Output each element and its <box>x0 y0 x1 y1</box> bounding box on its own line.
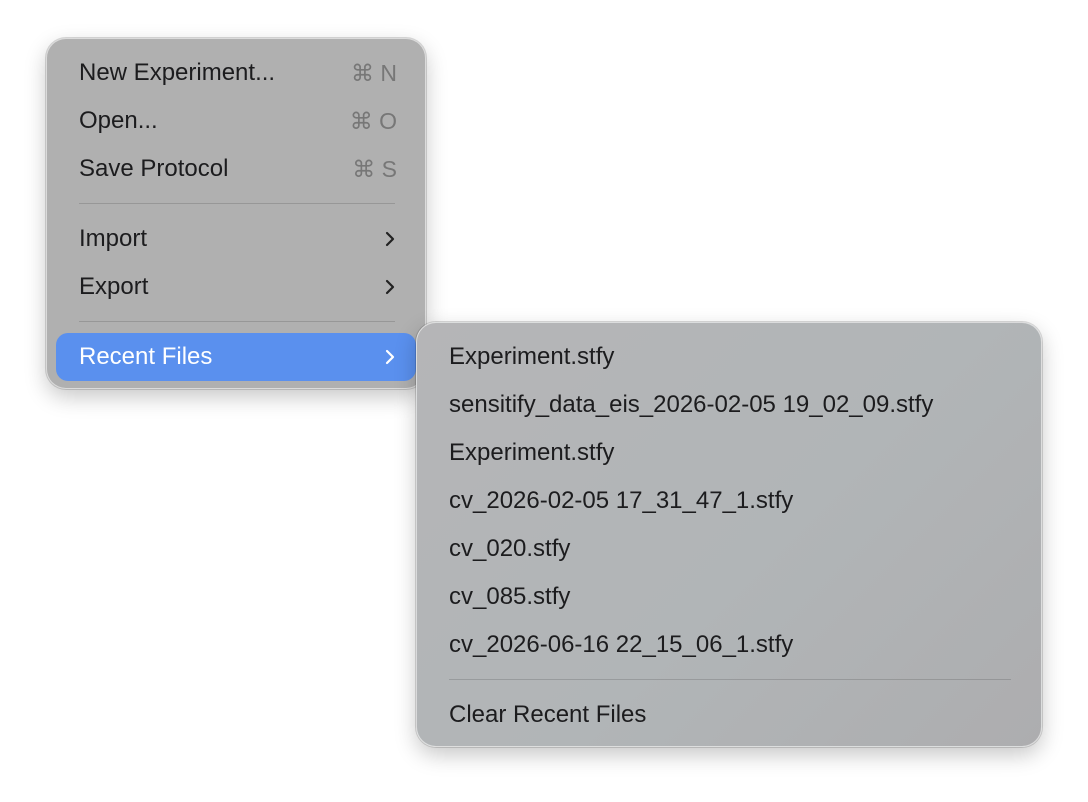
menu-separator <box>79 203 395 204</box>
menu-item-new-experiment[interactable]: New Experiment... ⌘ N <box>56 49 416 97</box>
file-menu: New Experiment... ⌘ N Open... ⌘ O Save P… <box>46 38 426 389</box>
menu-item-label: Recent Files <box>79 343 213 370</box>
chevron-right-icon <box>385 349 395 365</box>
recent-file-item[interactable]: cv_2026-06-16 22_15_06_1.stfy <box>449 621 1019 669</box>
recent-file-item[interactable]: cv_085.stfy <box>449 573 1019 621</box>
recent-file-item[interactable]: cv_2026-02-05 17_31_47_1.stfy <box>449 477 1019 525</box>
clear-recent-files-button[interactable]: Clear Recent Files <box>449 691 1019 739</box>
menu-item-import[interactable]: Import <box>56 215 416 263</box>
shortcut-command-n: ⌘ N <box>351 60 397 86</box>
menu-item-label: Save Protocol <box>79 155 229 182</box>
menu-item-label: Import <box>79 225 148 252</box>
menu-separator <box>79 321 395 322</box>
recent-file-item[interactable]: sensitify_data_eis_2026-02-05 19_02_09.s… <box>449 381 1019 429</box>
menu-item-export[interactable]: Export <box>56 263 416 311</box>
menu-item-label: Open... <box>79 107 158 134</box>
recent-files-submenu: Experiment.stfy sensitify_data_eis_2026-… <box>416 322 1042 747</box>
menu-item-open[interactable]: Open... ⌘ O <box>56 97 416 145</box>
menu-separator <box>449 679 1011 680</box>
shortcut-command-o: ⌘ O <box>349 108 397 134</box>
recent-file-item[interactable]: Experiment.stfy <box>449 429 1019 477</box>
recent-file-item[interactable]: Experiment.stfy <box>449 333 1019 381</box>
shortcut-command-s: ⌘ S <box>352 156 397 182</box>
recent-file-item[interactable]: cv_020.stfy <box>449 525 1019 573</box>
menu-item-save-protocol[interactable]: Save Protocol ⌘ S <box>56 145 416 193</box>
menu-item-recent-files[interactable]: Recent Files <box>56 333 416 381</box>
menu-item-label: New Experiment... <box>79 59 276 86</box>
chevron-right-icon <box>385 231 395 247</box>
menu-item-label: Export <box>79 273 149 300</box>
chevron-right-icon <box>385 279 395 295</box>
